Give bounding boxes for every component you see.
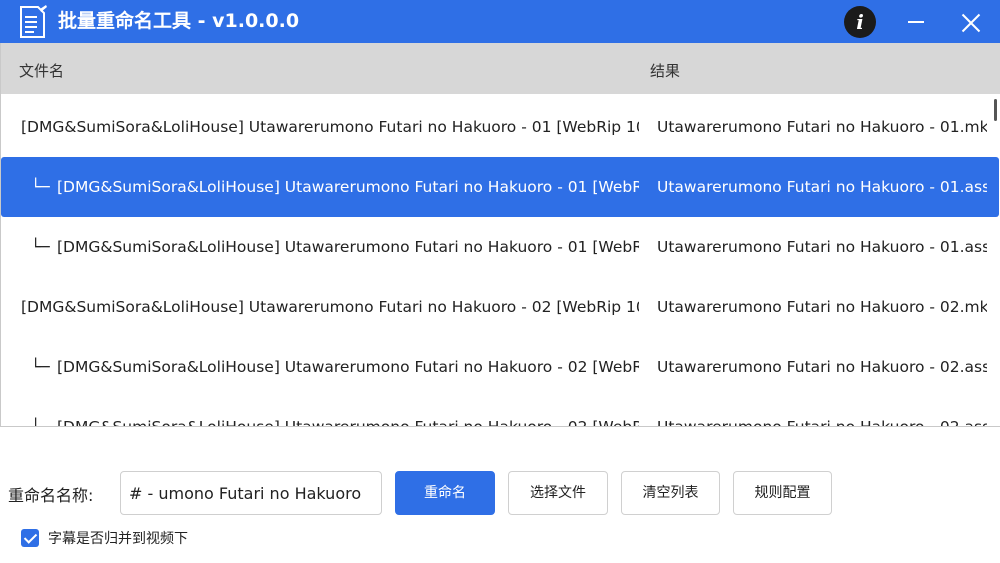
file-name: └─ [DMG&SumiSora&LoliHouse] Utawarerumono… [31, 217, 639, 277]
rename-result: Utawarerumono Futari no Hakuoro - 01.mkv [657, 118, 987, 136]
list-header: 文件名 结果 [1, 43, 1000, 94]
file-list[interactable]: 文件名 结果 [DMG&SumiSora&LoliHouse] Utawarer… [0, 43, 1000, 427]
file-name: [DMG&SumiSora&LoliHouse] Utawarerumono F… [21, 118, 639, 136]
file-name: └─ [DMG&SumiSora&LoliHouse] Utawarerumono… [31, 337, 639, 397]
rename-result: Utawarerumono Futari no Hakuoro - 02.mkv [657, 298, 987, 316]
info-button[interactable]: i [844, 6, 876, 38]
list-item[interactable]: [DMG&SumiSora&LoliHouse] Utawarerumono F… [1, 97, 1000, 157]
column-header-result[interactable]: 结果 [650, 43, 680, 100]
title-bar: 批量重命名工具 - v1.0.0.0 i [0, 0, 1000, 43]
list-item[interactable]: └─ [DMG&SumiSora&LoliHouse] Utawarerumono… [1, 157, 999, 217]
rename-result: Utawarerumono Futari no Hakuoro - 01.ass [657, 178, 987, 196]
window-title: 批量重命名工具 - v1.0.0.0 [58, 10, 300, 32]
column-header-filename[interactable]: 文件名 [19, 43, 64, 100]
rule-config-button[interactable]: 规则配置 [733, 471, 832, 515]
list-item[interactable]: [DMG&SumiSora&LoliHouse] Utawarerumono F… [1, 277, 1000, 337]
rename-name-label: 重命名名称: [8, 486, 94, 505]
file-name: └─ [DMG&SumiSora&LoliHouse] Utawarerumono… [31, 397, 639, 427]
rename-result: Utawarerumono Futari no Hakuoro - 01.ass [657, 238, 987, 256]
list-item[interactable]: └─ [DMG&SumiSora&LoliHouse] Utawarerumono… [1, 337, 1000, 397]
tree-branch-icon: └─ [31, 358, 50, 376]
rename-name-input[interactable] [120, 471, 382, 515]
merge-subtitles-checkbox[interactable] [21, 529, 39, 547]
list-rows: [DMG&SumiSora&LoliHouse] Utawarerumono F… [1, 97, 1000, 427]
file-name: └─ [DMG&SumiSora&LoliHouse] Utawarerumono… [31, 157, 639, 217]
file-name: [DMG&SumiSora&LoliHouse] Utawarerumono F… [21, 298, 639, 316]
minimize-button[interactable] [905, 12, 927, 32]
tree-branch-icon: └─ [31, 178, 50, 196]
tree-branch-icon: └─ [31, 238, 50, 256]
list-item[interactable]: └─ [DMG&SumiSora&LoliHouse] Utawarerumono… [1, 397, 1000, 427]
clear-list-button[interactable]: 清空列表 [621, 471, 720, 515]
merge-subtitles-label: 字幕是否归并到视频下 [48, 531, 188, 547]
select-files-button[interactable]: 选择文件 [508, 471, 608, 515]
list-item[interactable]: └─ [DMG&SumiSora&LoliHouse] Utawarerumono… [1, 217, 1000, 277]
tree-branch-icon: └─ [31, 418, 50, 427]
close-button[interactable] [958, 10, 984, 36]
vertical-scrollbar[interactable] [994, 99, 997, 121]
document-edit-icon [20, 5, 47, 38]
rename-button[interactable]: 重命名 [395, 471, 495, 515]
rename-result: Utawarerumono Futari no Hakuoro - 02.ass [657, 418, 987, 427]
rename-result: Utawarerumono Futari no Hakuoro - 02.ass [657, 358, 987, 376]
